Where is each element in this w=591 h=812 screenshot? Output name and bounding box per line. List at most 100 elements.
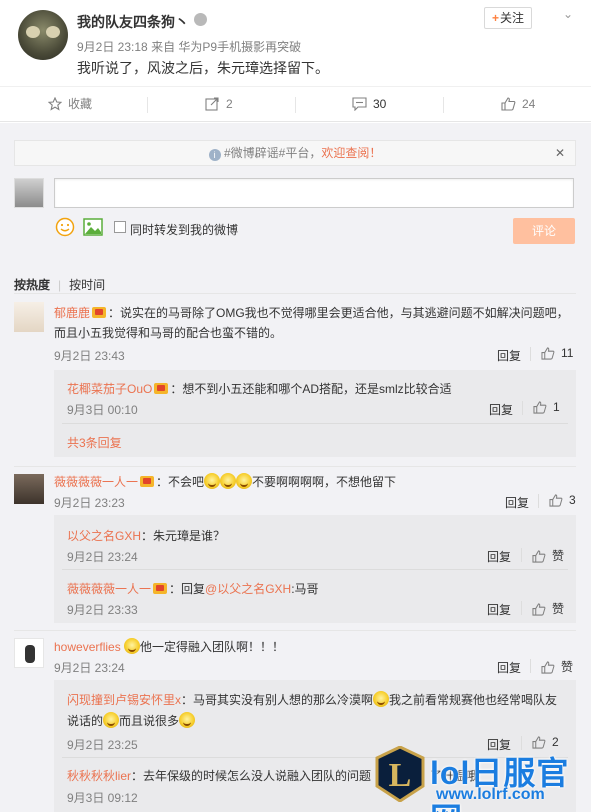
- comment-body: ：想不到小五还能和哪个AD搭配，还是smlz比较合适: [170, 382, 452, 396]
- post-text: 我听说了，风波之后，朱元璋选择留下。: [77, 60, 329, 76]
- thumbs-up-icon: [541, 347, 555, 360]
- comment-count: 30: [373, 97, 387, 111]
- reply-button[interactable]: 回复: [505, 494, 529, 511]
- crown-badge-icon: [154, 383, 169, 394]
- comment-date: 9月3日 09:12: [67, 791, 138, 805]
- commenter-avatar[interactable]: [14, 302, 44, 332]
- comment-input[interactable]: [54, 178, 574, 208]
- sub-reply-text-line2: 说话的 而且说很多: [67, 712, 196, 729]
- reply-button[interactable]: 回复: [497, 347, 521, 364]
- comment-body: 不要啊啊啊啊，不想他留下: [252, 475, 397, 489]
- notice-text: 平台，: [285, 146, 322, 160]
- comment-like-button[interactable]: 3: [549, 493, 576, 507]
- divider: [14, 466, 576, 467]
- post-action-bar: 收藏 2 30 24: [0, 86, 591, 122]
- comment-date: 9月2日 23:24: [54, 661, 125, 675]
- info-icon: i: [208, 149, 221, 161]
- author-avatar[interactable]: [18, 10, 68, 60]
- comment-like-count: 2: [552, 735, 559, 749]
- commenter-name[interactable]: 以父之名GXH: [67, 529, 141, 543]
- reply-button[interactable]: 回复: [497, 659, 521, 676]
- tab-sort-hot[interactable]: 按热度: [14, 278, 50, 292]
- close-icon[interactable]: ✕: [555, 141, 565, 165]
- chevron-down-icon[interactable]: ⌄: [563, 7, 577, 21]
- comment-icon: [352, 97, 367, 112]
- divider: [522, 401, 523, 415]
- emoji-icon[interactable]: [55, 217, 75, 237]
- comment-body: 我之前看常规赛他也经常喝队友: [389, 693, 558, 707]
- commenter-avatar[interactable]: [14, 474, 44, 504]
- comment-like-button[interactable]: 赞: [541, 658, 573, 675]
- commenter-name[interactable]: 薇薇薇薇一人一: [54, 475, 138, 489]
- lol-logo-icon: L: [375, 746, 425, 802]
- commenter-name[interactable]: 薇薇薇薇一人一: [67, 582, 151, 596]
- commenter-name[interactable]: 秋秋秋秋lier: [67, 769, 131, 783]
- comment-body: 而且说很多: [119, 714, 180, 728]
- comment-like-button[interactable]: 11: [541, 346, 573, 360]
- like-button[interactable]: 24: [501, 87, 535, 121]
- crying-emoji-icon: [204, 473, 221, 489]
- thumbs-up-icon: [533, 401, 547, 414]
- comment-like-label: 赞: [552, 549, 565, 563]
- comment-body: 他一定得融入团队啊！！！: [140, 640, 285, 654]
- sub-reply-text: 秋秋秋秋lier：去年保级的时候怎么没人说融入团队的问题: [67, 767, 371, 784]
- sub-reply-text: 薇薇薇薇一人一 ：回复@以父之名GXH:马哥: [67, 580, 319, 597]
- follow-button[interactable]: +关注: [484, 7, 532, 29]
- divider: [530, 347, 531, 361]
- comment-sort-tabs: 按热度 | 按时间: [14, 276, 105, 293]
- comment-body: :马哥: [291, 582, 319, 596]
- repost-checkbox-label[interactable]: 同时转发到我的微博: [130, 221, 238, 238]
- comment-body-line2: 而且小五我觉得和马哥的配合也蛮不错的。: [54, 326, 283, 340]
- crown-badge-icon: [92, 307, 107, 318]
- comment-body: ：去年保级的时候怎么没人说融入团队的问题: [131, 769, 372, 783]
- divider: [521, 548, 522, 562]
- svg-text:L: L: [389, 757, 412, 794]
- post-source[interactable]: 华为P9手机摄影再突破: [178, 40, 301, 54]
- crown-badge-icon: [140, 476, 155, 487]
- comment-like-label: 赞: [561, 660, 574, 674]
- divider: [62, 423, 568, 424]
- notice-topic-link[interactable]: #微博辟谣#: [224, 146, 285, 160]
- commenter-name[interactable]: 花椰菜茄子OuO: [67, 382, 152, 396]
- avatar-figure: [25, 645, 35, 663]
- crying-emoji-icon: [373, 691, 390, 707]
- comment-button[interactable]: 30: [352, 87, 386, 121]
- tab-sort-time[interactable]: 按时间: [69, 278, 105, 292]
- repost-count: 2: [226, 97, 233, 111]
- my-avatar: [14, 178, 44, 208]
- post-date[interactable]: 9月2日 23:18: [77, 40, 148, 54]
- crying-emoji-icon: [124, 638, 141, 654]
- comment-like-button[interactable]: 1: [533, 400, 560, 414]
- post-author-name[interactable]: 我的队友四条狗丶: [77, 12, 189, 32]
- repost-icon: [205, 97, 219, 111]
- reply-button[interactable]: 回复: [489, 401, 513, 418]
- commenter-name[interactable]: 闪现撞到卢锡安怀里x: [67, 693, 181, 707]
- submit-comment-button[interactable]: 评论: [513, 218, 575, 244]
- repost-checkbox[interactable]: [114, 221, 126, 233]
- divider: [530, 659, 531, 673]
- commenter-name[interactable]: 郁鹿鹿: [54, 306, 90, 320]
- sub-reply-text: 以父之名GXH：朱元璋是谁？: [67, 527, 225, 544]
- divider: [147, 97, 148, 113]
- comment-text: 郁鹿鹿 ：说实在的马哥除了OMG我也不觉得哪里会更适合他，与其逃避问题不如解决问题…: [54, 304, 569, 321]
- laughing-emoji-icon: [103, 712, 120, 728]
- mention-link[interactable]: @以父之名GXH: [205, 582, 291, 596]
- image-icon[interactable]: [83, 218, 103, 236]
- comment-date: 9月2日 23:33: [67, 603, 138, 617]
- comment-like-button[interactable]: 赞: [532, 600, 564, 617]
- comment-like-count: 11: [561, 346, 574, 360]
- notice-welcome-link[interactable]: 欢迎查阅！: [321, 146, 381, 160]
- divider: [295, 97, 296, 113]
- comment-like-count: 3: [569, 493, 576, 507]
- commenter-name[interactable]: howeverflies: [54, 640, 121, 654]
- comment-body: ：不会吧: [156, 475, 205, 489]
- reply-button[interactable]: 回复: [487, 548, 511, 565]
- comment-like-button[interactable]: 赞: [532, 547, 564, 564]
- favorite-button[interactable]: 收藏: [47, 87, 92, 121]
- repost-button[interactable]: 2: [205, 87, 233, 121]
- commenter-avatar[interactable]: [14, 638, 44, 668]
- comment-like-button[interactable]: 2: [532, 735, 559, 749]
- sub-reply-text: 闪现撞到卢锡安怀里x：马哥其实没有别人想的那么冷漠啊 我之前看常规赛他也经常喝队友: [67, 691, 557, 708]
- reply-button[interactable]: 回复: [487, 601, 511, 618]
- more-replies-link[interactable]: 共3条回复: [67, 434, 122, 451]
